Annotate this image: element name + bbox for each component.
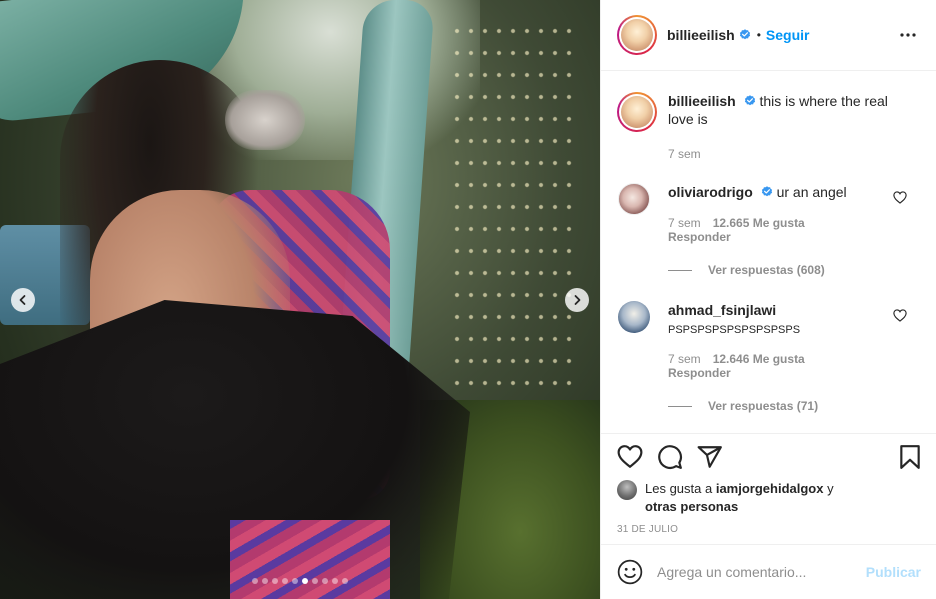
- carousel-dot: [332, 578, 338, 584]
- commenter-username[interactable]: ahmad_fsinjlawi: [668, 302, 776, 318]
- liker-avatar[interactable]: [617, 480, 637, 500]
- carousel-dot: [292, 578, 298, 584]
- comment-like-heart-icon[interactable]: [893, 191, 907, 204]
- view-replies-label: Ver respuestas (608): [708, 263, 825, 277]
- author-avatar[interactable]: [617, 15, 657, 55]
- photo-person-white-hair: [225, 90, 305, 150]
- verified-badge-icon: [744, 95, 755, 106]
- comment-input[interactable]: [657, 564, 847, 580]
- replies-divider: [668, 405, 692, 407]
- commenter-username[interactable]: oliviarodrigo: [668, 184, 753, 200]
- comment-timestamp[interactable]: 7 sem: [668, 216, 701, 230]
- liker-username[interactable]: iamjorgehidalgox: [716, 481, 824, 496]
- emoji-icon[interactable]: [617, 559, 643, 585]
- verified-badge-icon: [739, 29, 750, 40]
- carousel-dot: [262, 578, 268, 584]
- add-comment-bar: Publicar: [601, 544, 936, 599]
- carousel-dot: [312, 578, 318, 584]
- carousel-dot: [282, 578, 288, 584]
- comment-text: ur an angel: [776, 184, 847, 200]
- carousel-next-button[interactable]: [565, 288, 589, 312]
- publish-button[interactable]: Publicar: [866, 564, 921, 580]
- view-replies-button[interactable]: Ver respuestas (608): [668, 263, 825, 277]
- post-caption: billieeilish this is where the real love…: [617, 92, 917, 132]
- likes-summary: Les gusta a iamjorgehidalgox y otras per…: [617, 480, 865, 516]
- likes-prefix: Les gusta a: [645, 481, 713, 496]
- comment-likes[interactable]: 12.646 Me gusta: [713, 352, 805, 366]
- carousel-prev-button[interactable]: [11, 288, 35, 312]
- follow-button[interactable]: Seguir: [766, 27, 810, 43]
- carousel-dot-active: [302, 578, 308, 584]
- share-icon[interactable]: [697, 444, 723, 470]
- carousel-indicator: [0, 578, 600, 584]
- bookmark-icon[interactable]: [897, 444, 923, 470]
- carousel-dot: [342, 578, 348, 584]
- likes-others-link[interactable]: otras personas: [645, 499, 738, 514]
- comments-list[interactable]: billieeilish this is where the real love…: [601, 72, 936, 432]
- post-header: billieeilish • Seguir: [601, 0, 936, 71]
- post-date[interactable]: 31 DE JULIO: [617, 524, 678, 535]
- chevron-left-icon: [19, 295, 26, 305]
- comment-meta: 7 sem 12.646 Me gusta: [668, 352, 805, 366]
- verified-badge-icon: [761, 186, 772, 197]
- comment-likes[interactable]: 12.665 Me gusta: [713, 216, 805, 230]
- post-actions: Les gusta a iamjorgehidalgox y otras per…: [601, 433, 936, 544]
- reply-button[interactable]: Responder: [668, 366, 731, 380]
- comment-text: PSPSPSPSPSPSPSPSPS: [668, 324, 801, 336]
- caption-avatar[interactable]: [617, 92, 657, 132]
- reply-button[interactable]: Responder: [668, 230, 731, 244]
- comment-like-heart-icon[interactable]: [893, 309, 907, 322]
- comment-timestamp[interactable]: 7 sem: [668, 352, 701, 366]
- commenter-avatar[interactable]: [618, 183, 650, 215]
- comment-icon[interactable]: [657, 444, 683, 470]
- heart-icon[interactable]: [617, 444, 643, 470]
- photo-patterned-skirt: [230, 520, 390, 599]
- caption-username[interactable]: billieeilish: [668, 93, 736, 109]
- header-separator: •: [756, 28, 761, 42]
- comment-meta: 7 sem 12.665 Me gusta: [668, 216, 805, 230]
- carousel-dot: [322, 578, 328, 584]
- more-options-icon: [900, 33, 916, 37]
- more-options-button[interactable]: [896, 23, 920, 47]
- caption-timestamp[interactable]: 7 sem: [668, 147, 701, 161]
- carousel-dot: [272, 578, 278, 584]
- post-photo[interactable]: [0, 0, 600, 599]
- commenter-avatar[interactable]: [618, 301, 650, 333]
- author-username[interactable]: billieeilish: [667, 27, 735, 43]
- carousel-dot: [252, 578, 258, 584]
- view-replies-label: Ver respuestas (71): [708, 399, 819, 413]
- replies-divider: [668, 269, 692, 271]
- view-replies-button[interactable]: Ver respuestas (71): [668, 399, 818, 413]
- chevron-right-icon: [574, 295, 581, 305]
- likes-conjunction: y: [827, 481, 834, 496]
- post-side-panel: billieeilish • Seguir billieeilish this …: [600, 0, 936, 599]
